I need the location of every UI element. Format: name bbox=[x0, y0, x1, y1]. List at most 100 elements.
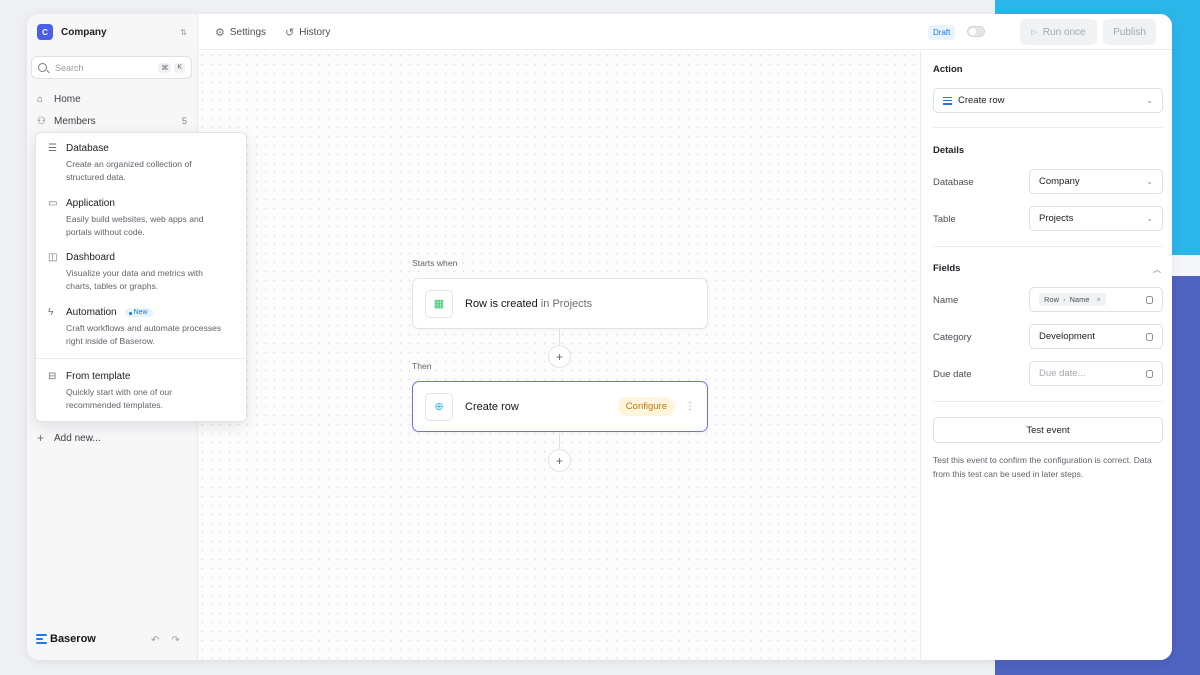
menu-item-description: Visualize your data and metrics with cha… bbox=[66, 268, 203, 291]
run-once-button[interactable]: ▷ Run once bbox=[1020, 19, 1097, 45]
history-button[interactable]: ↺ History bbox=[285, 26, 330, 39]
more-options-icon[interactable]: ⋮ bbox=[685, 401, 695, 412]
new-badge: New bbox=[124, 308, 153, 317]
test-event-button[interactable]: Test event bbox=[933, 417, 1163, 443]
database-icon: ☰ bbox=[48, 143, 57, 154]
help-text: Test this event to confirm the configura… bbox=[933, 455, 1152, 479]
action-heading: Action bbox=[933, 64, 963, 75]
menu-item-title: From template bbox=[66, 371, 131, 382]
menu-item-title: Dashboard bbox=[66, 252, 115, 263]
plus-icon: + bbox=[555, 349, 563, 364]
remove-chip-icon[interactable]: × bbox=[1097, 295, 1101, 304]
menu-item-from-template[interactable]: ⊟ From template Quickly start with one o… bbox=[48, 371, 238, 412]
dashboard-icon: ◫ bbox=[48, 252, 58, 263]
due-date-field-input[interactable]: Due date... bbox=[1029, 361, 1163, 386]
chip-part-row: Row bbox=[1044, 295, 1060, 304]
action-title: Create row bbox=[465, 400, 519, 413]
data-source-icon[interactable] bbox=[1146, 295, 1153, 304]
chevron-down-icon: ⌄ bbox=[1146, 214, 1153, 223]
category-label: Category bbox=[933, 332, 972, 343]
database-select[interactable]: Company ⌄ bbox=[1029, 169, 1163, 194]
gear-icon: ⚙ bbox=[215, 27, 225, 39]
action-node[interactable]: ⊕ Create row Configure ⋮ bbox=[412, 381, 708, 432]
application-icon: ▭ bbox=[48, 198, 58, 209]
create-row-icon bbox=[943, 96, 952, 105]
search-placeholder: Search bbox=[55, 62, 84, 73]
table-icon: ▦ bbox=[425, 289, 453, 318]
sidebar-item-label: Home bbox=[54, 93, 81, 105]
menu-item-automation[interactable]: ϟ Automation New Craft workflows and aut… bbox=[48, 307, 238, 348]
workflow-canvas[interactable]: Starts when ▦ Row is created in Projects… bbox=[198, 51, 920, 660]
search-input[interactable]: Search ⌘ K bbox=[31, 56, 192, 79]
due-date-label: Due date bbox=[933, 369, 972, 380]
chevron-up-down-icon: ⇅ bbox=[180, 27, 187, 37]
undo-icon[interactable]: ↶ bbox=[151, 635, 159, 646]
data-source-icon[interactable] bbox=[1146, 369, 1153, 378]
members-count: 5 bbox=[181, 116, 187, 126]
play-icon: ▷ bbox=[1031, 29, 1037, 36]
run-once-label: Run once bbox=[1042, 26, 1086, 38]
data-source-icon[interactable] bbox=[1146, 332, 1153, 341]
baserow-logo-icon bbox=[36, 634, 47, 644]
then-label: Then bbox=[412, 361, 432, 371]
shortcut-key-k: K bbox=[174, 62, 185, 73]
due-date-placeholder: Due date... bbox=[1039, 368, 1086, 379]
status-badge: Draft bbox=[928, 25, 956, 40]
search-icon bbox=[38, 63, 47, 72]
menu-item-description: Create an organized collection of struct… bbox=[66, 159, 192, 182]
menu-item-application[interactable]: ▭ Application Easily build websites, web… bbox=[48, 198, 238, 239]
chevron-down-icon: ⌄ bbox=[1146, 96, 1153, 105]
search-shortcut: ⌘ K bbox=[158, 62, 185, 73]
trigger-node[interactable]: ▦ Row is created in Projects bbox=[412, 278, 708, 329]
workspace-avatar: C bbox=[37, 24, 53, 40]
plus-icon: + bbox=[555, 453, 563, 468]
plus-icon: + bbox=[37, 431, 45, 445]
create-menu-popup: ☰ Database Create an organized collectio… bbox=[35, 132, 248, 422]
test-event-label: Test event bbox=[1026, 424, 1070, 436]
menu-item-description: Craft workflows and automate processes r… bbox=[66, 323, 222, 346]
name-label: Name bbox=[933, 295, 959, 306]
menu-item-title: Database bbox=[66, 143, 109, 154]
baserow-logo[interactable]: Baserow bbox=[36, 633, 96, 645]
sidebar-item-home[interactable]: ⌂ Home bbox=[37, 91, 187, 107]
add-new-button[interactable]: + Add new... bbox=[37, 431, 101, 445]
workspace-name: Company bbox=[61, 26, 107, 38]
history-label: History bbox=[299, 27, 331, 38]
add-step-button[interactable]: + bbox=[548, 449, 571, 472]
settings-button[interactable]: ⚙ Settings bbox=[215, 26, 266, 39]
formula-chip[interactable]: Row › Name × bbox=[1039, 293, 1106, 306]
undo-redo: ↶ ↷ bbox=[151, 635, 180, 646]
menu-item-dashboard[interactable]: ◫ Dashboard Visualize your data and metr… bbox=[48, 252, 238, 293]
sidebar-item-members[interactable]: ⚇ Members 5 bbox=[37, 113, 187, 129]
chip-part-name: Name bbox=[1069, 295, 1090, 304]
category-value: Development bbox=[1039, 331, 1095, 342]
publish-button[interactable]: Publish bbox=[1103, 19, 1156, 45]
name-field-input[interactable]: Row › Name × bbox=[1029, 287, 1163, 312]
add-step-button[interactable]: + bbox=[548, 345, 571, 368]
divider bbox=[933, 127, 1163, 128]
menu-item-database[interactable]: ☰ Database Create an organized collectio… bbox=[48, 143, 238, 184]
action-select[interactable]: Create row ⌄ bbox=[933, 88, 1163, 113]
configure-badge[interactable]: Configure bbox=[617, 397, 675, 416]
trigger-title-main: Row is created bbox=[465, 297, 538, 310]
configuration-panel: Action Create row ⌄ Details Database Com… bbox=[920, 51, 1172, 660]
menu-item-title: Automation bbox=[66, 307, 117, 318]
add-new-label: Add new... bbox=[54, 432, 101, 444]
trigger-label: Starts when bbox=[412, 258, 458, 268]
redo-icon[interactable]: ↷ bbox=[171, 635, 179, 646]
details-heading: Details bbox=[933, 145, 965, 156]
divider bbox=[933, 246, 1163, 247]
app-window: C Company ⇅ Search ⌘ K ⌂ Home ⚇ Members … bbox=[27, 14, 1172, 660]
publish-toggle[interactable] bbox=[967, 26, 985, 37]
category-field-input[interactable]: Development bbox=[1029, 324, 1163, 349]
table-select[interactable]: Projects ⌄ bbox=[1029, 206, 1163, 231]
chevron-up-icon[interactable]: ︿ bbox=[1153, 264, 1161, 275]
publish-label: Publish bbox=[1113, 26, 1146, 38]
shortcut-key-cmd: ⌘ bbox=[158, 62, 172, 73]
template-icon: ⊟ bbox=[48, 371, 57, 382]
fields-heading: Fields bbox=[933, 263, 961, 274]
automation-icon: ϟ bbox=[48, 307, 54, 318]
table-label: Table bbox=[933, 214, 956, 225]
top-bar: ⚙ Settings ↺ History Draft ▷ Run once Pu… bbox=[198, 14, 1172, 50]
workspace-switcher[interactable]: C Company ⇅ bbox=[37, 23, 187, 41]
